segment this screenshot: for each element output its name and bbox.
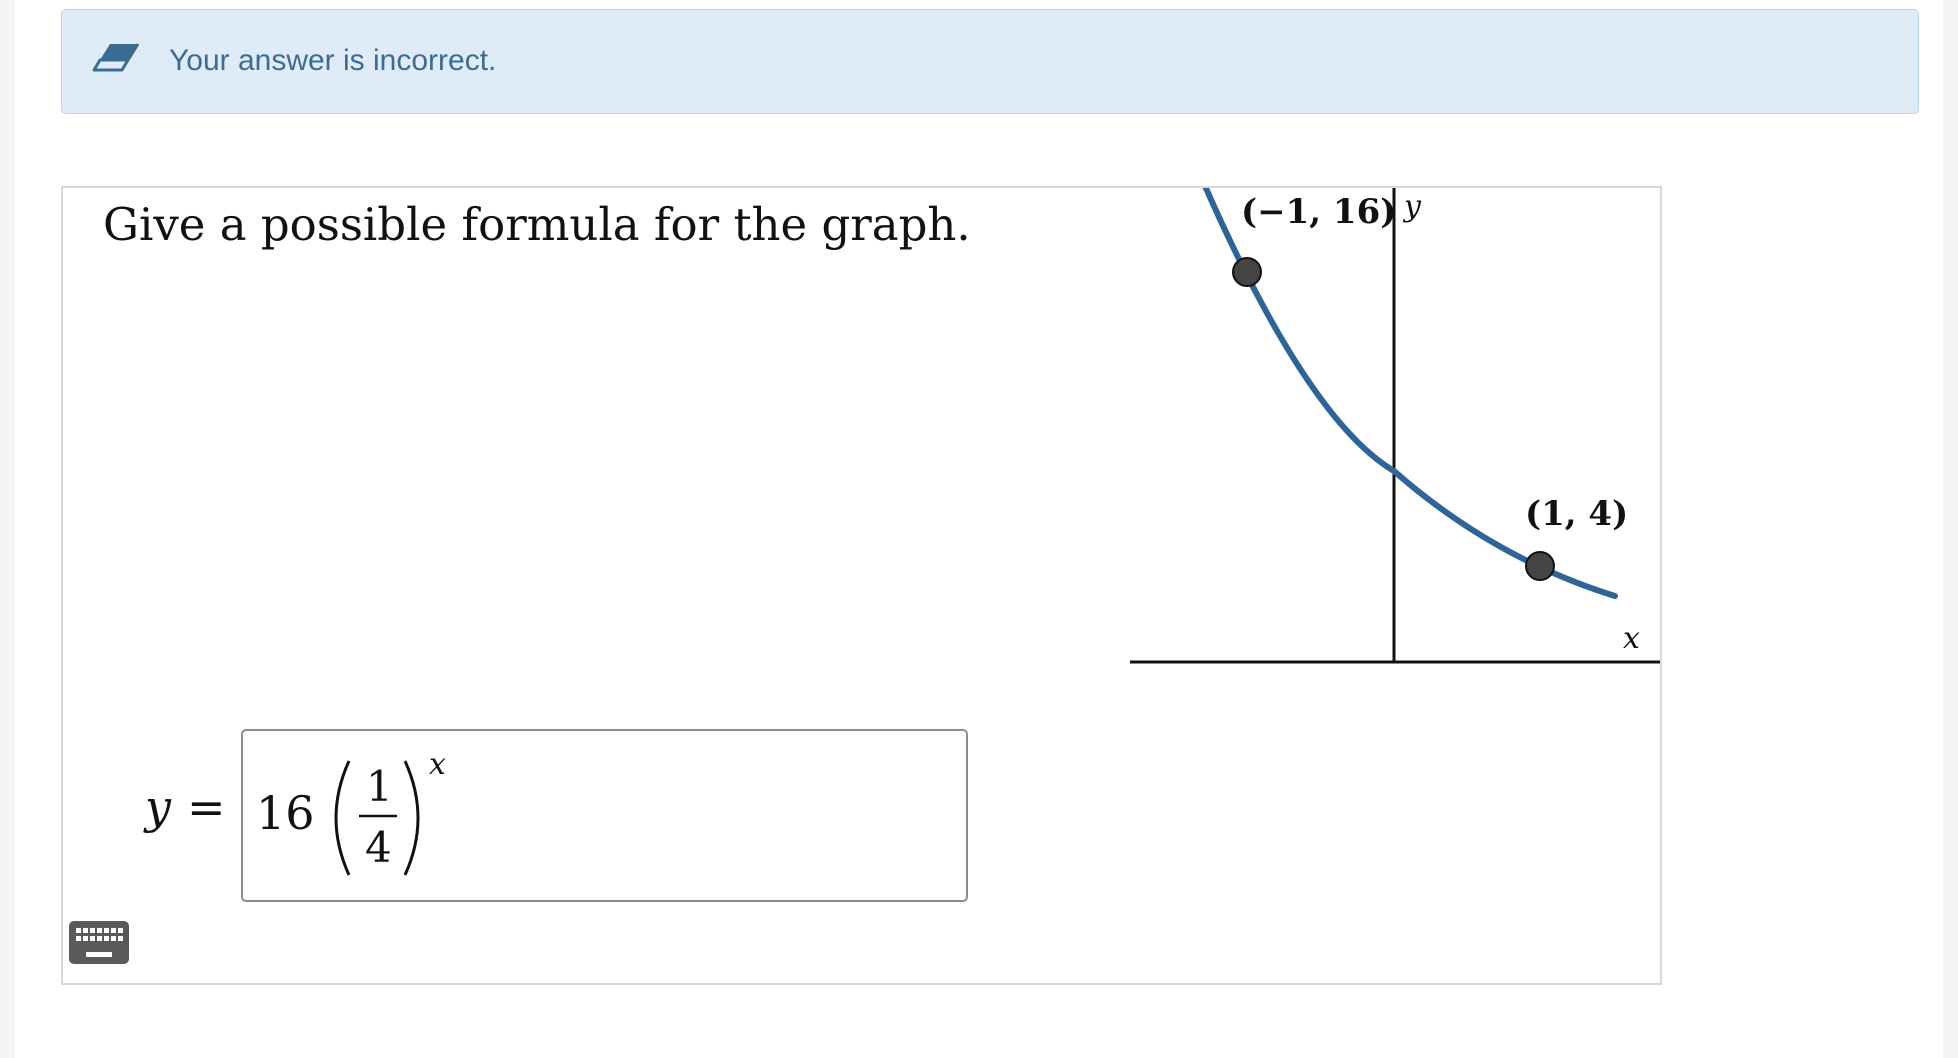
answer-expression: 16 1 4 x [256,747,446,876]
point-marker [1232,257,1262,287]
point-label: (−1, 16) [1241,192,1396,232]
keyboard-button[interactable] [69,921,129,964]
keyboard-icon [76,928,123,957]
exponential-curve [1202,188,1618,599]
answer-coefficient: 16 [256,786,315,840]
answer-variable: y [145,780,171,834]
page: Your answer is incorrect. Give a possibl… [15,0,1943,1058]
feedback-alert: Your answer is incorrect. [61,9,1919,114]
fraction-denominator: 4 [365,823,392,872]
fraction-numerator: 1 [366,762,393,811]
point-marker [1525,551,1555,581]
answer-exponent: x [429,747,446,782]
x-axis-label: x [1623,621,1640,656]
right-paren [403,760,420,876]
feedback-message: Your answer is incorrect. [169,44,497,77]
answer-input[interactable]: 16 1 4 x [241,729,968,902]
eraser-icon [92,43,140,72]
problem-card: Give a possible formula for the graph. (… [61,186,1662,985]
y-axis-label: y [1402,189,1422,224]
point-label: (1, 4) [1525,494,1628,534]
answer-lhs: y = [145,780,226,834]
equals-sign: = [187,780,226,834]
left-paren [334,760,351,876]
